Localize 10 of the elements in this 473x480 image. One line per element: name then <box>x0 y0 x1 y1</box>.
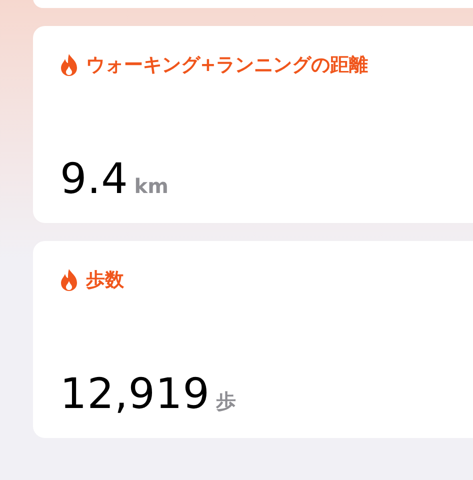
metric-value: 9.4 <box>60 154 128 203</box>
metric-unit: km <box>134 174 168 198</box>
flame-icon <box>60 54 78 76</box>
flame-icon <box>60 269 78 291</box>
metric-card[interactable]: ウォーキング+ランニングの距離 9.4 km <box>33 26 473 223</box>
metric-value: 12,919 <box>60 369 210 418</box>
card-title: 歩数 <box>86 268 124 293</box>
metric-unit: 歩 <box>216 388 236 415</box>
metric-card[interactable]: 歩数 12,919 歩 <box>33 241 473 438</box>
card-title: ウォーキング+ランニングの距離 <box>86 53 368 78</box>
